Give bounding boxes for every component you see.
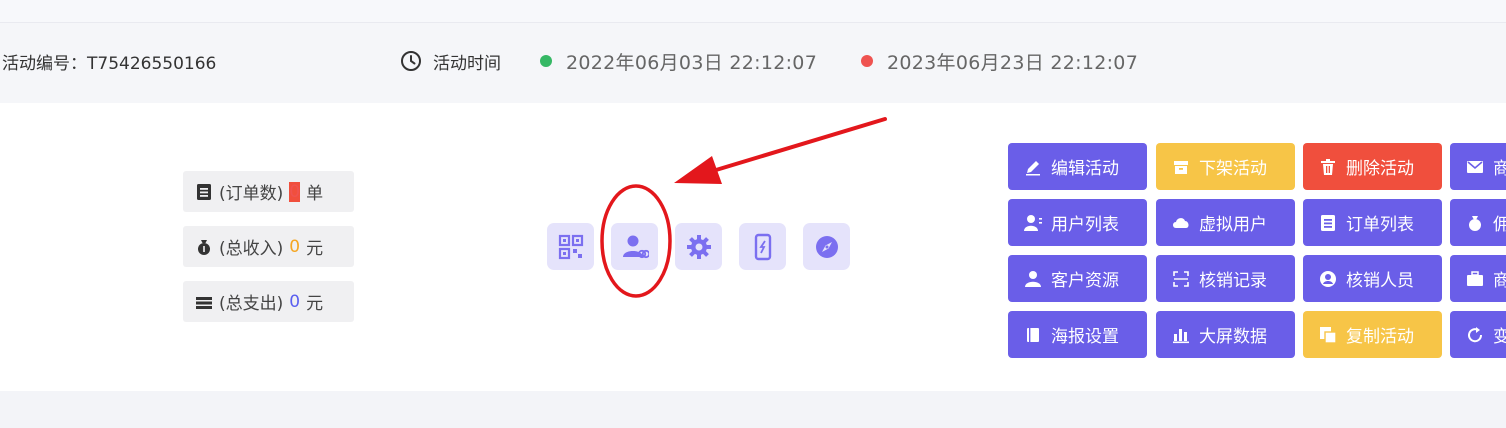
envelope-icon [1466, 158, 1484, 176]
activity-panel: 活动编号：T75426550166 活动时间 2022年06月03日 22:12… [0, 0, 1506, 428]
action-button[interactable]: 编辑活动 [1008, 143, 1147, 190]
stat-label: (总支出) [219, 294, 284, 314]
end-time: 2023年06月23日 22:12:07 [887, 52, 1139, 74]
stat-total-expense: (总支出) 0 元 [183, 281, 354, 322]
action-button[interactable]: 核销记录 [1156, 255, 1295, 302]
stat-unit: 元 [306, 294, 324, 314]
action-button[interactable]: 订单列表 [1303, 199, 1442, 246]
action-button-label: 核销人员 [1346, 271, 1414, 291]
mobile-preview-button[interactable] [739, 223, 786, 270]
user-link-button[interactable] [611, 223, 658, 270]
user-icon [1024, 270, 1042, 288]
user-list-icon [1024, 214, 1042, 232]
activity-time-label: 活动时间 [433, 54, 501, 74]
top-strip [0, 0, 1506, 23]
stat-unit: 元 [306, 239, 324, 259]
stat-total-income: (总收入) 0 元 [183, 226, 354, 267]
stat-order-count: (订单数) 0 单 [183, 171, 354, 212]
mobile-icon [754, 233, 771, 260]
action-button[interactable]: 核销人员 [1303, 255, 1442, 302]
settings-button[interactable] [675, 223, 722, 270]
gear-icon [686, 234, 711, 259]
action-button-label: 佣 [1493, 215, 1506, 235]
book-icon [1024, 326, 1042, 344]
action-button-label: 删除活动 [1346, 159, 1414, 179]
scan-icon [1172, 270, 1190, 288]
action-button-label: 核销记录 [1199, 271, 1267, 291]
stat-value: 0 [289, 236, 301, 257]
compass-icon [815, 235, 838, 258]
qrcode-icon [558, 234, 583, 259]
briefcase-icon [1466, 270, 1484, 288]
action-button[interactable]: 客户资源 [1008, 255, 1147, 302]
stat-value: 0 [289, 291, 301, 312]
action-button-label: 复制活动 [1346, 327, 1414, 347]
user-circle-icon [1319, 270, 1337, 288]
action-button-label: 客户资源 [1051, 271, 1119, 291]
clipboard-icon [197, 183, 211, 200]
stat-label: (总收入) [219, 239, 284, 259]
action-button-label: 大屏数据 [1199, 327, 1267, 347]
action-button-label: 用户列表 [1051, 215, 1119, 235]
refresh-icon [1466, 326, 1484, 344]
stat-value: 0 [289, 181, 301, 202]
start-time: 2022年06月03日 22:12:07 [566, 52, 818, 74]
activity-id: 活动编号：T75426550166 [2, 54, 217, 74]
compass-button[interactable] [803, 223, 850, 270]
action-button[interactable]: 虚拟用户 [1156, 199, 1295, 246]
qrcode-button[interactable] [547, 223, 594, 270]
action-button[interactable]: 佣 [1450, 199, 1506, 246]
action-button[interactable]: 商 [1450, 255, 1506, 302]
cloud-icon [1172, 214, 1190, 232]
user-link-icon [622, 235, 649, 258]
action-button-label: 商 [1493, 159, 1506, 179]
action-button[interactable]: 复制活动 [1303, 311, 1442, 358]
action-button-label: 商 [1493, 271, 1506, 291]
action-button-label: 变 [1493, 327, 1506, 347]
stack-icon [196, 296, 212, 309]
action-button[interactable]: 删除活动 [1303, 143, 1442, 190]
action-button[interactable]: 商 [1450, 143, 1506, 190]
trash-icon [1319, 158, 1337, 176]
money-bag-icon [1466, 214, 1484, 232]
action-button-label: 下架活动 [1199, 159, 1267, 179]
clock-icon [401, 51, 421, 71]
action-button-label: 虚拟用户 [1199, 215, 1267, 235]
stat-unit: 单 [306, 184, 324, 204]
action-button[interactable]: 变 [1450, 311, 1506, 358]
archive-icon [1172, 158, 1190, 176]
stat-label: (订单数) [219, 184, 284, 204]
copy-icon [1319, 326, 1337, 344]
end-status-dot [861, 55, 873, 67]
action-button[interactable]: 下架活动 [1156, 143, 1295, 190]
footer-strip [0, 391, 1506, 428]
pencil-icon [1024, 158, 1042, 176]
money-bag-icon [198, 239, 210, 255]
action-button-label: 海报设置 [1051, 327, 1119, 347]
action-button-label: 订单列表 [1346, 215, 1414, 235]
action-button[interactable]: 用户列表 [1008, 199, 1147, 246]
action-button[interactable]: 大屏数据 [1156, 311, 1295, 358]
bar-chart-icon [1172, 326, 1190, 344]
action-button-label: 编辑活动 [1051, 159, 1119, 179]
clipboard-icon [1319, 214, 1337, 232]
start-status-dot [540, 55, 552, 67]
action-button[interactable]: 海报设置 [1008, 311, 1147, 358]
